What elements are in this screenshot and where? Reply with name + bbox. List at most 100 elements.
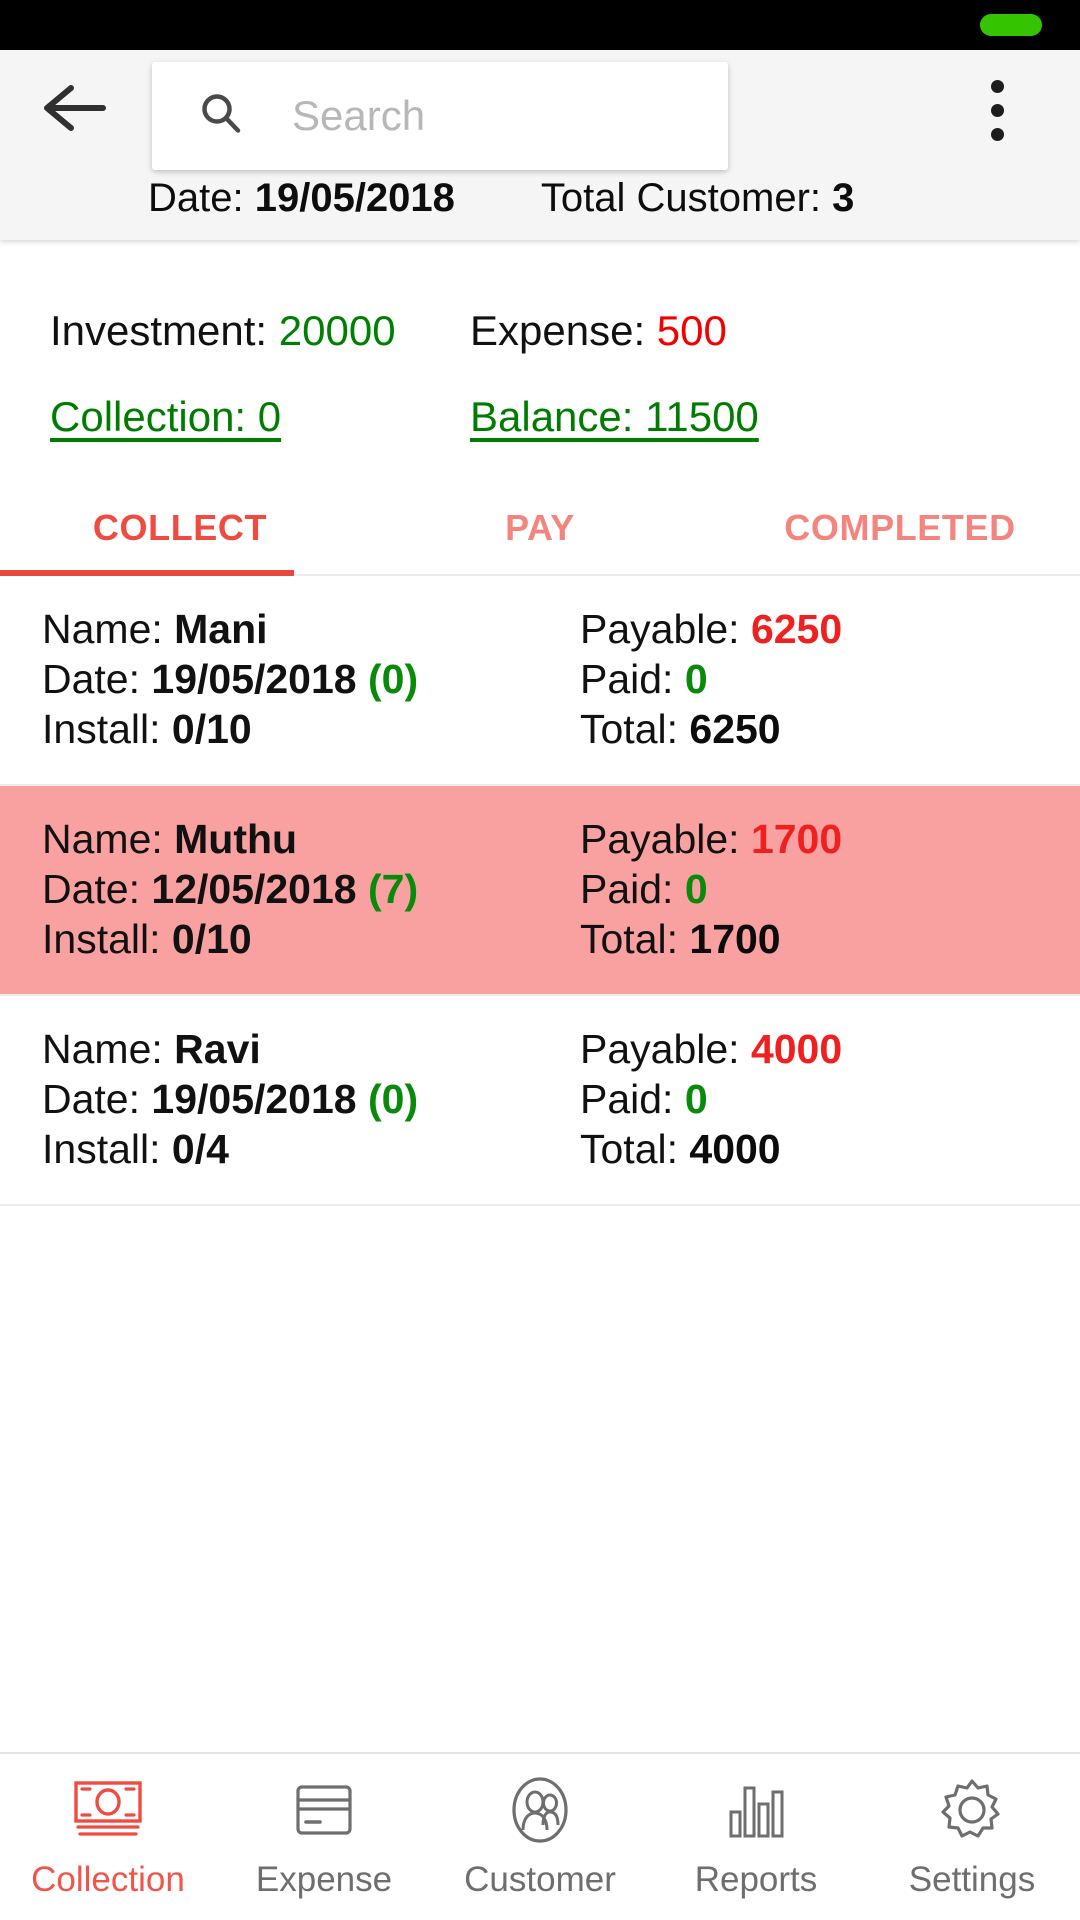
date-value: 12/05/2018 [151, 866, 357, 913]
app-root: Date: 19/05/2018 Total Customer: 3 Inves… [0, 0, 1080, 1920]
total-customer-value: 3 [832, 175, 855, 220]
total-value: 1700 [689, 916, 781, 963]
row-payable-line: Payable: 1700 [580, 814, 1080, 864]
row-total-line: Total: 1700 [580, 914, 1080, 964]
date-label: Date: [42, 866, 152, 913]
tab-collect-label: COLLECT [92, 507, 268, 548]
paid-value: 0 [684, 1076, 708, 1123]
app-bar: Date: 19/05/2018 Total Customer: 3 [0, 50, 1080, 240]
tab-pay-label: PAY [505, 507, 575, 548]
row-payable-line: Payable: 4000 [580, 1024, 1080, 1074]
days-overdue-value: (7) [368, 866, 419, 913]
name-value: Muthu [174, 816, 298, 863]
total-customer-label: Total Customer: [540, 175, 833, 220]
bar-chart-icon [723, 1774, 789, 1846]
tab-completed-label: COMPLETED [784, 507, 1016, 548]
payable-value: 1700 [750, 816, 843, 863]
total-customer-display: Total Customer: 3 [541, 176, 854, 221]
customer-list: Name: Mani Date: 19/05/2018 (0) Install:… [0, 576, 1080, 1752]
total-label: Total: [580, 706, 690, 753]
name-label: Name: [42, 1026, 175, 1073]
search-input[interactable] [292, 92, 712, 140]
bottom-navigation: Collection Expense Customer Reports Sett… [0, 1752, 1080, 1920]
install-label: Install: [42, 706, 172, 753]
install-value: 0/10 [171, 706, 252, 753]
payable-value: 6250 [750, 606, 843, 652]
paid-label: Paid: [580, 866, 685, 913]
name-label: Name: [42, 816, 175, 863]
install-value: 0/10 [171, 916, 252, 963]
search-icon [198, 91, 244, 142]
total-label: Total: [580, 1126, 690, 1173]
expense-value: 500 [656, 307, 727, 354]
nav-item-customer[interactable]: Customer [432, 1774, 648, 1900]
investment-display: Investment: 20000 [0, 307, 470, 355]
back-button[interactable] [0, 50, 150, 170]
row-paid-line: Paid: 0 [580, 1074, 1080, 1124]
row-date-line: Date: 19/05/2018 (0) [42, 654, 580, 704]
total-label: Total: [580, 916, 690, 963]
nav-item-expense-label: Expense [255, 1860, 393, 1899]
row-right-column: Payable: 1700 Paid: 0 Total: 1700 [580, 814, 1080, 964]
row-left-column: Name: Ravi Date: 19/05/2018 (0) Install:… [0, 1024, 580, 1174]
balance-cell: Balance: 11500 [470, 393, 759, 441]
days-overdue-value: (0) [368, 1076, 419, 1123]
row-install-line: Install: 0/10 [42, 914, 580, 964]
total-value: 6250 [689, 706, 781, 753]
total-value: 4000 [689, 1126, 781, 1173]
payable-label: Payable: [580, 606, 751, 652]
row-name-line: Name: Ravi [42, 1024, 580, 1074]
row-right-column: Payable: 6250 Paid: 0 Total: 6250 [580, 604, 1080, 754]
summary-panel: Investment: 20000 Expense: 500 Collectio… [0, 240, 1080, 482]
nav-item-settings-label: Settings [908, 1860, 1036, 1899]
paid-value: 0 [684, 656, 708, 703]
tab-pay[interactable]: PAY [360, 482, 720, 574]
nav-item-reports[interactable]: Reports [648, 1774, 864, 1900]
paid-value: 0 [684, 866, 708, 913]
expense-label: Expense: [470, 307, 657, 354]
install-label: Install: [42, 1126, 172, 1173]
nav-item-expense[interactable]: Expense [216, 1774, 432, 1900]
nav-item-collection-label: Collection [31, 1860, 185, 1899]
date-value: 19/05/2018 [151, 656, 357, 703]
paid-label: Paid: [580, 656, 685, 703]
row-name-line: Name: Muthu [42, 814, 580, 864]
collection-cell: Collection: 0 [0, 393, 470, 441]
payable-label: Payable: [580, 816, 751, 863]
overflow-menu-icon-dot [990, 127, 1004, 141]
table-row[interactable]: Name: Mani Date: 19/05/2018 (0) Install:… [0, 576, 1080, 787]
status-bar [0, 0, 1080, 50]
table-row[interactable]: Name: Ravi Date: 19/05/2018 (0) Install:… [0, 996, 1080, 1207]
row-left-column: Name: Muthu Date: 12/05/2018 (7) Install… [0, 814, 580, 964]
row-name-line: Name: Mani [42, 604, 580, 654]
date-label: Date: [42, 656, 152, 703]
date-value: 19/05/2018 [254, 175, 455, 220]
row-right-column: Payable: 4000 Paid: 0 Total: 4000 [580, 1024, 1080, 1174]
app-bar-row [0, 50, 1080, 170]
tab-bar: COLLECT PAY COMPLETED [0, 482, 1080, 576]
collection-link[interactable]: Collection: 0 [50, 393, 281, 440]
nav-item-reports-label: Reports [694, 1860, 818, 1899]
overflow-menu-button[interactable] [942, 50, 1052, 170]
back-arrow-icon [41, 82, 109, 139]
row-date-line: Date: 19/05/2018 (0) [42, 1074, 580, 1124]
summary-row-1: Investment: 20000 Expense: 500 [0, 288, 1080, 374]
summary-row-2: Collection: 0 Balance: 11500 [0, 374, 1080, 460]
row-left-column: Name: Mani Date: 19/05/2018 (0) Install:… [0, 604, 580, 754]
credit-card-icon [290, 1774, 358, 1846]
balance-link[interactable]: Balance: 11500 [470, 393, 759, 440]
date-value: 19/05/2018 [151, 1076, 357, 1123]
row-payable-line: Payable: 6250 [580, 604, 1080, 654]
tab-collect[interactable]: COLLECT [0, 482, 360, 574]
nav-item-collection[interactable]: Collection [0, 1774, 216, 1900]
search-box[interactable] [152, 62, 728, 170]
table-row[interactable]: Name: Muthu Date: 12/05/2018 (7) Install… [0, 786, 1080, 997]
nav-item-settings[interactable]: Settings [864, 1774, 1080, 1900]
row-install-line: Install: 0/4 [42, 1124, 580, 1174]
install-label: Install: [42, 916, 172, 963]
gear-icon [937, 1774, 1007, 1846]
tab-completed[interactable]: COMPLETED [720, 482, 1080, 574]
banknote-icon [71, 1774, 145, 1846]
date-display: Date: 19/05/2018 [148, 176, 455, 221]
date-label: Date: [42, 1076, 152, 1123]
